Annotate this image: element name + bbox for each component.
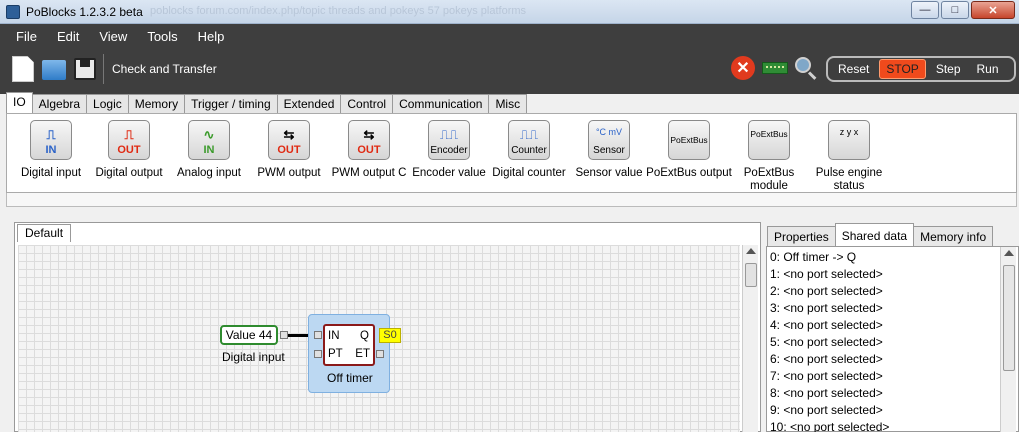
stop-button[interactable]: STOP bbox=[879, 59, 926, 79]
toolbar-divider bbox=[103, 54, 104, 84]
palette-digital-output[interactable]: ⎍ OUT Digital output bbox=[85, 120, 173, 180]
list-item[interactable]: 9: <no port selected> bbox=[770, 402, 889, 419]
scroll-up-icon[interactable] bbox=[746, 248, 756, 254]
window-controls: — □ ✕ bbox=[911, 1, 1015, 19]
palette-digital-input[interactable]: ⎍ IN Digital input bbox=[7, 120, 95, 180]
value-output-port[interactable] bbox=[280, 331, 288, 339]
tab-io[interactable]: IO bbox=[6, 92, 33, 113]
value-block-caption: Digital input bbox=[222, 350, 285, 364]
block-palette: ⎍ IN Digital input ⎍ OUT Digital output ∿ I… bbox=[6, 113, 1017, 193]
menu-tools[interactable]: Tools bbox=[137, 24, 187, 48]
list-item[interactable]: 1: <no port selected> bbox=[770, 266, 889, 283]
menu-bar: File Edit View Tools Help bbox=[0, 24, 234, 48]
search-icon[interactable] bbox=[795, 57, 811, 73]
scroll-thumb[interactable] bbox=[1003, 265, 1015, 371]
menu-edit[interactable]: Edit bbox=[47, 24, 89, 48]
list-item[interactable]: 3: <no port selected> bbox=[770, 300, 889, 317]
list-item[interactable]: 8: <no port selected> bbox=[770, 385, 889, 402]
timer-q-label: Q bbox=[360, 330, 369, 342]
tab-communication[interactable]: Communication bbox=[392, 94, 490, 113]
poextbus-output-icon: PoExtBus bbox=[668, 120, 710, 160]
stop-error-icon[interactable]: ✕ bbox=[731, 56, 755, 80]
minimize-icon[interactable]: — bbox=[911, 1, 939, 19]
close-icon[interactable]: ✕ bbox=[971, 1, 1015, 19]
encoder-icon: ⎍⎍ Encoder bbox=[428, 120, 470, 160]
tab-logic[interactable]: Logic bbox=[86, 94, 129, 113]
new-file-icon[interactable] bbox=[12, 56, 34, 82]
shared-data-list: 0: Off timer -> Q 1: <no port selected> … bbox=[770, 249, 889, 432]
canvas-scrollbar[interactable] bbox=[742, 245, 758, 432]
run-controls: Reset STOP Step Run bbox=[826, 56, 1016, 82]
digital-input-icon: ⎍ IN bbox=[30, 120, 72, 160]
list-item[interactable]: 0: Off timer -> Q bbox=[770, 249, 889, 266]
palette-scrollbar[interactable] bbox=[6, 193, 1017, 207]
tab-properties[interactable]: Properties bbox=[767, 226, 836, 246]
poextbus-module-icon: PoExtBus bbox=[748, 120, 790, 160]
check-and-transfer-button[interactable]: Check and Transfer bbox=[112, 62, 217, 76]
palette-encoder-value[interactable]: ⎍⎍ Encoder Encoder value bbox=[405, 120, 493, 180]
window-title: PoBlocks 1.2.3.2 beta bbox=[26, 5, 143, 19]
palette-poextbus-module[interactable]: PoExtBus PoExtBus module bbox=[725, 120, 813, 193]
step-button[interactable]: Step bbox=[930, 60, 967, 78]
timer-caption: Off timer bbox=[327, 371, 373, 385]
title-bar: PoBlocks 1.2.3.2 beta poblocks forum.com… bbox=[0, 0, 1019, 24]
tab-control[interactable]: Control bbox=[340, 94, 394, 113]
tab-trigger-timing[interactable]: Trigger / timing bbox=[184, 94, 278, 113]
run-button[interactable]: Run bbox=[971, 60, 1005, 78]
list-item[interactable]: 5: <no port selected> bbox=[770, 334, 889, 351]
title-watermark: poblocks forum.com/index.php/topic threa… bbox=[150, 5, 527, 17]
tab-default[interactable]: Default bbox=[17, 224, 72, 242]
palette-pwm-output[interactable]: ⇆ OUT PWM output bbox=[245, 120, 333, 180]
palette-sensor-value[interactable]: °C mV Sensor Sensor value bbox=[565, 120, 653, 180]
palette-pwm-output-c[interactable]: ⇆ OUT PWM output C bbox=[325, 120, 413, 180]
shared-data-scrollbar[interactable] bbox=[1000, 247, 1016, 432]
shared-data-badge[interactable]: S0 bbox=[379, 328, 401, 343]
scroll-up-icon[interactable] bbox=[1004, 250, 1014, 256]
tab-memory-info[interactable]: Memory info bbox=[913, 226, 994, 246]
palette-tabs: IO Algebra Logic Memory Trigger / timing… bbox=[6, 92, 528, 113]
timer-pt-label: PT bbox=[328, 348, 343, 360]
pulse-engine-icon: z y x bbox=[828, 120, 870, 160]
analog-input-icon: ∿ IN bbox=[188, 120, 230, 160]
timer-et-port[interactable] bbox=[376, 350, 384, 358]
list-item[interactable]: 2: <no port selected> bbox=[770, 283, 889, 300]
list-item[interactable]: 6: <no port selected> bbox=[770, 351, 889, 368]
tab-misc[interactable]: Misc bbox=[488, 94, 528, 113]
app-icon bbox=[6, 5, 20, 19]
palette-pulse-engine-status[interactable]: z y x Pulse engine status bbox=[805, 120, 893, 193]
pwm-output-c-icon: ⇆ OUT bbox=[348, 120, 390, 160]
pwm-output-icon: ⇆ OUT bbox=[268, 120, 310, 160]
digital-output-icon: ⎍ OUT bbox=[108, 120, 150, 160]
right-panel-tabs: Properties Shared data Memory info bbox=[767, 223, 994, 246]
palette-digital-counter[interactable]: ⎍⎍ Counter Digital counter bbox=[485, 120, 573, 180]
menu-file[interactable]: File bbox=[0, 24, 47, 48]
sensor-icon: °C mV Sensor bbox=[588, 120, 630, 160]
scroll-thumb[interactable] bbox=[745, 263, 757, 287]
off-timer-block[interactable]: IN Q PT ET bbox=[323, 324, 375, 366]
list-item[interactable]: 4: <no port selected> bbox=[770, 317, 889, 334]
counter-icon: ⎍⎍ Counter bbox=[508, 120, 550, 160]
list-item[interactable]: 7: <no port selected> bbox=[770, 368, 889, 385]
tab-memory[interactable]: Memory bbox=[127, 94, 186, 113]
timer-in-label: IN bbox=[328, 330, 340, 342]
value-block[interactable]: Value 44 bbox=[220, 325, 278, 345]
save-icon[interactable] bbox=[74, 58, 96, 80]
menu-view[interactable]: View bbox=[89, 24, 137, 48]
maximize-icon[interactable]: □ bbox=[941, 1, 969, 19]
palette-analog-input[interactable]: ∿ IN Analog input bbox=[165, 120, 253, 180]
tab-shared-data[interactable]: Shared data bbox=[834, 223, 915, 246]
open-folder-icon[interactable] bbox=[42, 60, 66, 80]
board-icon[interactable] bbox=[762, 62, 788, 74]
tab-extended[interactable]: Extended bbox=[276, 94, 342, 113]
reset-button[interactable]: Reset bbox=[832, 60, 875, 78]
list-item[interactable]: 10: <no port selected> bbox=[770, 419, 889, 432]
timer-pt-port[interactable] bbox=[314, 350, 322, 358]
menu-help[interactable]: Help bbox=[188, 24, 235, 48]
tab-algebra[interactable]: Algebra bbox=[31, 94, 88, 113]
palette-poextbus-output[interactable]: PoExtBus PoExtBus output bbox=[645, 120, 733, 180]
timer-in-port[interactable] bbox=[314, 331, 322, 339]
timer-et-label: ET bbox=[355, 348, 370, 360]
